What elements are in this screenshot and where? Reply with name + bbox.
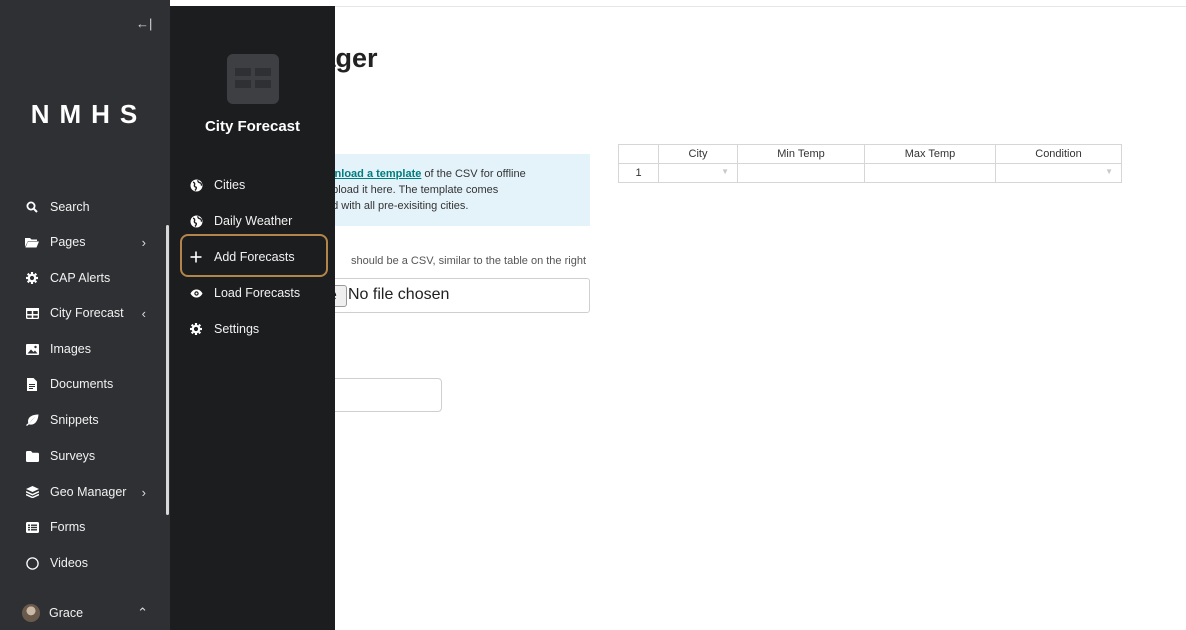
table-icon (227, 54, 279, 104)
table-header-row: City Min Temp Max Temp Condition (618, 144, 1122, 164)
sidebar-item-images[interactable]: Images (0, 332, 166, 366)
sidebar-item-surveys[interactable]: Surveys (0, 439, 166, 473)
sidebar: ←| NMHS Search Pages › CAP Alerts City F… (0, 0, 170, 630)
user-name: Grace (49, 606, 84, 620)
chevron-up-icon: ⌃ (137, 605, 148, 620)
sidebar-item-documents[interactable]: Documents (0, 367, 166, 401)
table-header: Condition (995, 144, 1122, 164)
flyout-item-label: Settings (214, 322, 260, 336)
help-text-line2: upload it here. The template comes (326, 184, 499, 196)
table-cell[interactable] (864, 163, 996, 183)
table-header: City (658, 144, 738, 164)
document-icon (25, 377, 39, 391)
flyout-item-label: Cities (214, 178, 246, 192)
file-status: No file chosen (348, 286, 450, 303)
sidebar-item-label: Snippets (50, 413, 99, 427)
city-forecast-flyout: City Forecast Cities Daily Weather Add F… (170, 6, 335, 630)
table-header (618, 144, 659, 164)
chevron-left-icon: ‹ (141, 305, 146, 321)
circle-icon (25, 556, 39, 570)
flyout-item-label: Load Forecasts (214, 286, 301, 300)
sidebar-item-geo-manager[interactable]: Geo Manager › (0, 475, 166, 509)
avatar (22, 604, 40, 622)
folder-icon (25, 450, 39, 462)
flyout-item-daily-weather[interactable]: Daily Weather (170, 204, 335, 238)
image-icon (25, 343, 39, 355)
globe-icon (189, 179, 203, 192)
table-cell[interactable] (737, 163, 865, 183)
flyout-item-load-forecasts[interactable]: Load Forecasts (170, 276, 335, 310)
flyout-item-label: Daily Weather (214, 214, 293, 228)
help-text-line3: ed with all pre-exisiting cities. (326, 200, 469, 212)
table-header: Min Temp (737, 144, 865, 164)
layers-icon (25, 486, 39, 498)
sidebar-item-label: CAP Alerts (50, 271, 111, 285)
eye-icon (189, 289, 203, 298)
flyout-item-cities[interactable]: Cities (170, 168, 335, 202)
sidebar-scrollbar[interactable] (166, 225, 169, 515)
collapse-sidebar-icon[interactable]: ←| (136, 16, 152, 31)
city-select-cell[interactable]: ▼ (658, 163, 738, 183)
sidebar-item-search[interactable]: Search (0, 190, 166, 224)
leaf-icon (25, 414, 39, 426)
table-row: 1 ▼ ▼ (618, 163, 1122, 183)
sidebar-item-label: City Forecast (50, 306, 124, 320)
table-icon (25, 307, 39, 319)
form-icon (25, 521, 39, 533)
template-table: City Min Temp Max Temp Condition 1 ▼ ▼ (618, 144, 1122, 183)
sidebar-item-label: Pages (50, 235, 86, 249)
sidebar-item-videos[interactable]: Videos (0, 546, 166, 580)
sidebar-item-pages[interactable]: Pages › (0, 225, 166, 259)
user-menu[interactable]: Grace ⌃ (0, 596, 166, 630)
folder-open-icon (25, 237, 39, 248)
top-divider (335, 6, 1186, 7)
sidebar-item-snippets[interactable]: Snippets (0, 403, 166, 437)
cog-icon (25, 272, 39, 284)
download-template-link[interactable]: wnload a template (326, 168, 421, 180)
dropdown-arrow-icon: ▼ (721, 167, 729, 176)
globe-icon (189, 215, 203, 228)
sidebar-item-city-forecast[interactable]: City Forecast ‹ (0, 296, 166, 330)
sidebar-item-label: Surveys (50, 449, 96, 463)
help-text-line1: of the CSV for offline (421, 168, 526, 180)
sidebar-item-label: Videos (50, 556, 88, 570)
sidebar-item-label: Documents (50, 377, 114, 391)
search-icon (25, 201, 39, 213)
table-cell: 1 (618, 163, 659, 183)
brand-logo[interactable]: NMHS (0, 99, 170, 130)
cog-icon (189, 323, 203, 335)
selection-highlight (180, 234, 328, 277)
condition-select-cell[interactable]: ▼ (995, 163, 1122, 183)
sidebar-item-label: Forms (50, 520, 86, 534)
sidebar-item-label: Search (50, 200, 90, 214)
chevron-right-icon: › (141, 484, 146, 500)
sidebar-item-forms[interactable]: Forms (0, 510, 166, 544)
table-header: Max Temp (864, 144, 996, 164)
flyout-title: City Forecast (204, 118, 301, 135)
chevron-right-icon: › (141, 234, 146, 250)
flyout-item-settings[interactable]: Settings (170, 312, 335, 346)
sidebar-item-cap-alerts[interactable]: CAP Alerts (0, 261, 166, 295)
sidebar-item-label: Images (50, 342, 91, 356)
dropdown-arrow-icon: ▼ (1105, 167, 1113, 176)
sidebar-item-label: Geo Manager (50, 485, 127, 499)
